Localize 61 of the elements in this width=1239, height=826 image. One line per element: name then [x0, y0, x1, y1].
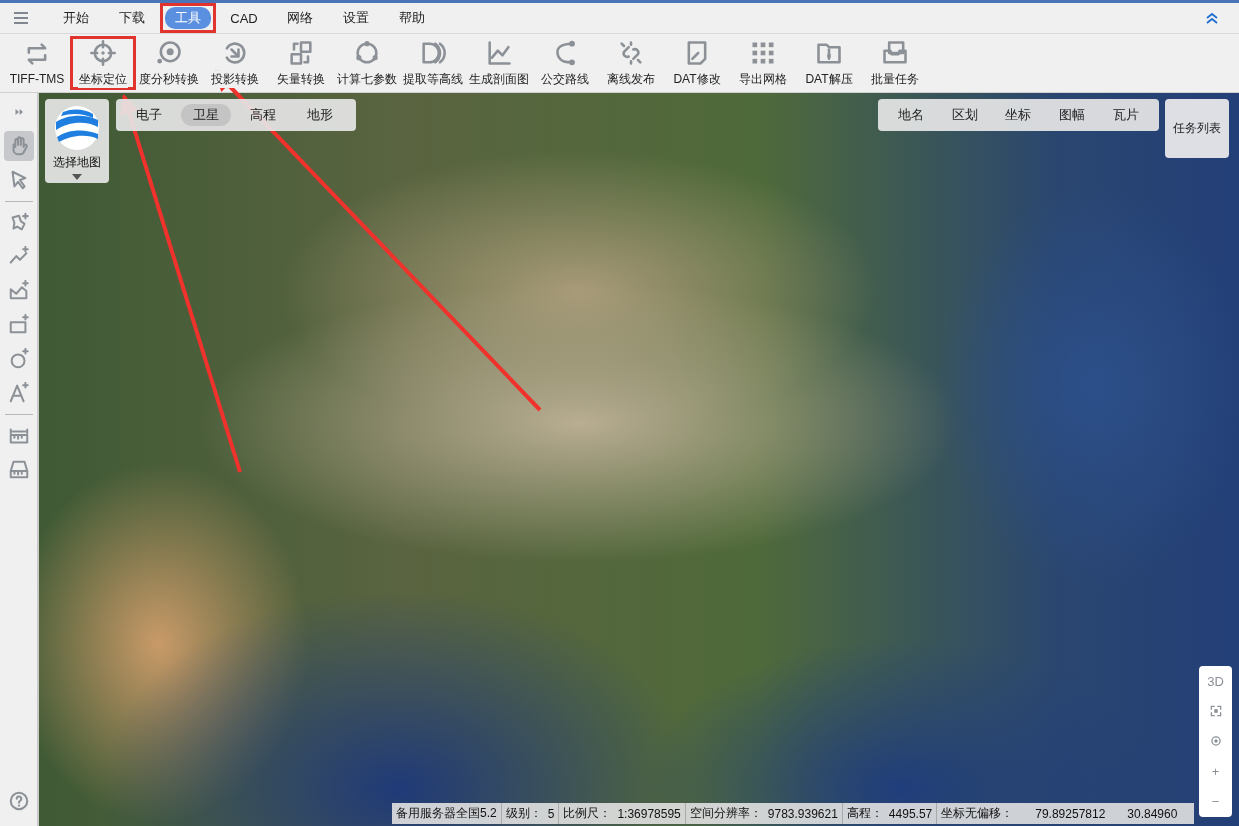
menu-tab[interactable]: 开始 [53, 7, 99, 29]
status-text: 坐标无偏移： [941, 805, 1014, 822]
status-text: 高程： [846, 805, 883, 822]
collapse-icon[interactable] [1205, 11, 1219, 25]
toolbar-button[interactable]: 提取等高线 [400, 36, 466, 90]
status-text: 空间分辨率： [689, 805, 762, 822]
toolbar-button[interactable]: 公交路线 [532, 36, 598, 90]
overlay-toggle[interactable]: 区划 [945, 104, 984, 126]
status-text: 30.84960 [1127, 806, 1178, 821]
crosshair-icon [89, 38, 117, 67]
toolbar-button[interactable]: 生成剖面图 [466, 36, 532, 90]
layer-tab[interactable]: 卫星 [181, 104, 231, 126]
fullscreen-icon [1208, 704, 1223, 719]
toolbar-button[interactable]: 计算七参数 [334, 36, 400, 90]
area-add-icon [7, 280, 30, 302]
status-text: 比例尺： [563, 805, 612, 822]
toolbar-button[interactable]: 导出网格 [730, 36, 796, 90]
map-picker-button[interactable]: 选择地图 [45, 99, 109, 183]
toolbar-button[interactable]: 坐标定位 [70, 36, 136, 90]
text-add-icon [7, 382, 30, 404]
rectangle-add-icon [7, 314, 30, 336]
toolbar-button[interactable]: 度分秒转换 [136, 36, 202, 90]
broken-link-icon [617, 38, 645, 67]
status-text: 5 [547, 806, 555, 821]
task-list-button[interactable]: 任务列表 [1165, 99, 1229, 158]
menu-tab[interactable]: 帮助 [389, 7, 435, 29]
overlay-toggle[interactable]: 瓦片 [1107, 104, 1146, 126]
layer-tab[interactable]: 高程 [238, 104, 288, 126]
toolbar-button[interactable]: TIFF-TMS [4, 36, 70, 90]
ring-icon [353, 38, 381, 67]
overlay-toggle[interactable]: 地名 [891, 104, 930, 126]
help-icon [7, 790, 30, 812]
profile-chart-icon [485, 38, 513, 67]
toolbar-button[interactable]: DAT修改 [664, 36, 730, 90]
status-text: 1:36978595 [617, 806, 681, 821]
tool-button[interactable] [3, 131, 34, 161]
globe-icon [53, 104, 101, 152]
toolbar-button[interactable]: 批量任务 [862, 36, 928, 90]
layer-tab[interactable]: 电子 [124, 104, 174, 126]
measure-icon [7, 459, 30, 481]
overlay-toggle[interactable]: 坐标 [999, 104, 1038, 126]
squares-icon [287, 38, 315, 67]
document-tray-icon [881, 38, 909, 67]
status-text: 4495.57 [888, 806, 933, 821]
status-text: 79.89257812 [1035, 806, 1106, 821]
menu-icon[interactable] [12, 9, 30, 27]
toolbar-button[interactable]: 投影转换 [202, 36, 268, 90]
toolbar-button[interactable]: 离线发布 [598, 36, 664, 90]
caret-icon [72, 174, 82, 180]
menu-tab[interactable]: 网络 [277, 7, 323, 29]
status-text: 备用服务器全国5.2 [396, 805, 497, 822]
menu-tab[interactable]: CAD [220, 8, 268, 28]
locate-icon [1208, 734, 1223, 749]
toolbar-button[interactable]: DAT解压 [796, 36, 862, 90]
status-text: 9783.939621 [767, 806, 838, 821]
menu-tab[interactable]: 下载 [109, 7, 155, 29]
layer-tab[interactable]: 地形 [295, 104, 345, 126]
menu-tab[interactable]: 设置 [333, 7, 379, 29]
overlay-toggle[interactable]: 图幅 [1053, 104, 1092, 126]
status-text: 级别： [505, 805, 542, 822]
toolbar-button[interactable]: 矢量转换 [268, 36, 334, 90]
